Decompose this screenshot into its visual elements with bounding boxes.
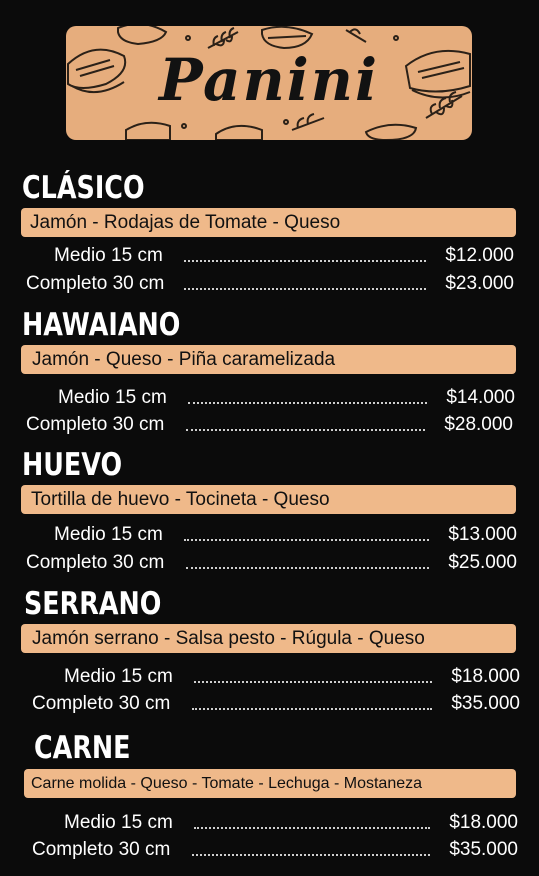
dot-leader: [188, 402, 427, 404]
price-value: $13.000: [448, 524, 517, 545]
size-label: Completo 30 cm: [26, 414, 165, 435]
price-value: $25.000: [448, 552, 517, 573]
item-title: SERRANO: [24, 586, 162, 622]
size-label: Completo 30 cm: [32, 839, 171, 860]
price-value: $35.000: [451, 693, 520, 714]
dot-leader: [184, 260, 426, 262]
dot-leader: [184, 539, 429, 541]
price-row: Medio 15 cm $14.000: [58, 385, 515, 411]
price-value: $23.000: [445, 273, 514, 294]
size-label: Medio 15 cm: [54, 524, 163, 545]
item-title: HAWAIANO: [22, 307, 181, 343]
ingredients-bar: Jamón serrano - Salsa pesto - Rúgula - Q…: [21, 624, 516, 653]
size-label: Medio 15 cm: [64, 812, 173, 833]
dot-leader: [192, 854, 430, 856]
item-title: CARNE: [34, 730, 131, 766]
ingredients-bar: Carne molida - Queso - Tomate - Lechuga …: [24, 769, 516, 798]
price-row: Completo 30 cm $35.000: [32, 837, 518, 863]
price-row: Completo 30 cm $23.000: [26, 271, 514, 297]
price-value: $35.000: [449, 839, 518, 860]
ingredients-bar: Jamón - Queso - Piña caramelizada: [21, 345, 516, 374]
size-label: Completo 30 cm: [32, 693, 171, 714]
item-title: CLÁSICO: [22, 170, 145, 206]
menu-title: Panini: [158, 46, 380, 114]
dot-leader: [186, 429, 425, 431]
price-value: $12.000: [445, 245, 514, 266]
size-label: Medio 15 cm: [58, 387, 167, 408]
price-row: Completo 30 cm $35.000: [32, 691, 520, 717]
dot-leader: [186, 567, 429, 569]
item-title: HUEVO: [22, 447, 123, 483]
size-label: Medio 15 cm: [54, 245, 163, 266]
dot-leader: [192, 708, 432, 710]
price-row: Medio 15 cm $13.000: [54, 522, 517, 548]
price-row: Medio 15 cm $18.000: [64, 810, 518, 836]
price-row: Medio 15 cm $18.000: [64, 664, 520, 690]
price-row: Medio 15 cm $12.000: [54, 243, 514, 269]
ingredients-bar: Jamón - Rodajas de Tomate - Queso: [21, 208, 516, 237]
dot-leader: [194, 681, 432, 683]
price-row: Completo 30 cm $25.000: [26, 550, 517, 576]
ingredients-bar: Tortilla de huevo - Tocineta - Queso: [21, 485, 516, 514]
size-label: Completo 30 cm: [26, 273, 165, 294]
price-row: Completo 30 cm $28.000: [26, 412, 513, 438]
price-value: $18.000: [451, 666, 520, 687]
price-value: $14.000: [446, 387, 515, 408]
dot-leader: [184, 288, 426, 290]
size-label: Medio 15 cm: [64, 666, 173, 687]
price-value: $18.000: [449, 812, 518, 833]
dot-leader: [194, 827, 430, 829]
menu-banner: Panini: [66, 26, 472, 140]
size-label: Completo 30 cm: [26, 552, 165, 573]
price-value: $28.000: [444, 414, 513, 435]
